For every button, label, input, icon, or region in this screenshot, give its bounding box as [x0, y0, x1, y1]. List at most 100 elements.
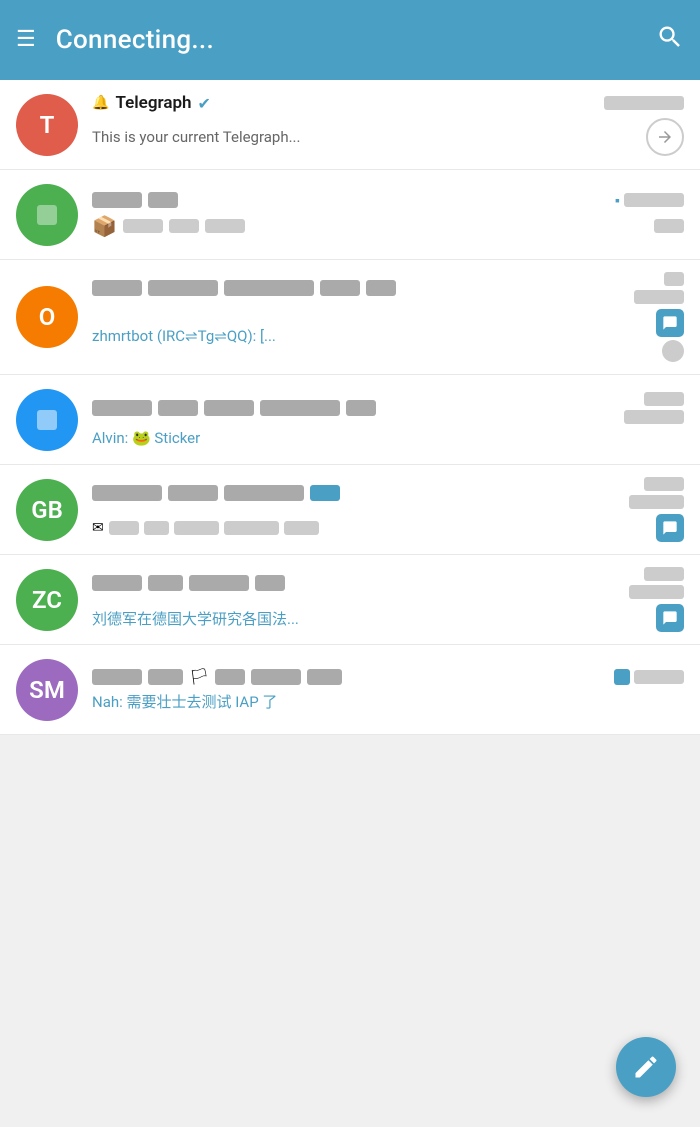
- chat-item-6[interactable]: ZC 刘德军在德国大学研究各国法...: [0, 555, 700, 645]
- name-blurred-7c: [215, 669, 245, 685]
- time-blurred-5: [644, 477, 684, 491]
- name-blurred-2: [148, 192, 178, 208]
- chat-content-telegraph: 🔔 Telegraph ✔ This is your current Teleg…: [92, 93, 684, 156]
- chat-bottom-row-2: 📦: [92, 214, 684, 238]
- chat-preview-telegraph: This is your current Telegraph...: [92, 128, 638, 146]
- name-blurred-4d: [260, 400, 340, 416]
- pinned-icon-6: [656, 604, 684, 632]
- top-right-3: [634, 272, 684, 304]
- unread-dot-7: [614, 669, 630, 685]
- preview-blurred-5d: [224, 521, 279, 535]
- time-blurred-7: [634, 670, 684, 684]
- chat-content-3: zhmrtbot (IRC⇌Tg⇌QQ): [..​.: [92, 272, 684, 362]
- forward-button[interactable]: [646, 118, 684, 156]
- chat-top-row-7: 🏳: [92, 667, 684, 686]
- name-blurred-7a: [92, 669, 142, 685]
- chat-bottom-row-5: ✉: [92, 514, 684, 542]
- chat-item-2[interactable]: ▪ 📦: [0, 170, 700, 260]
- avatar-2: [16, 184, 78, 246]
- date-blurred-6: [629, 585, 684, 599]
- meta-blurred-2: [654, 219, 684, 233]
- time-blurred-2: [624, 193, 684, 207]
- top-right-5: [629, 477, 684, 509]
- chat-top-row-5: [92, 477, 684, 509]
- preview-blurred-2b: [169, 219, 199, 233]
- name-blurred-3d: [320, 280, 360, 296]
- preview-blurred-2c: [205, 219, 245, 233]
- app-header: ☰ Connecting...: [0, 0, 700, 80]
- chat-bottom-row-6: 刘德军在德国大学研究各国法...: [92, 604, 684, 632]
- chat-item-telegraph[interactable]: T 🔔 Telegraph ✔ This is your current Tel…: [0, 80, 700, 170]
- chat-item-5[interactable]: GB ✉: [0, 465, 700, 555]
- pinned-icon: [656, 514, 684, 542]
- name-row-2: [92, 192, 178, 208]
- name-blurred-7b: [148, 669, 183, 685]
- avatar-5: GB: [16, 479, 78, 541]
- search-icon[interactable]: [656, 23, 684, 58]
- mute-icon: 🔔: [92, 95, 109, 111]
- name-blurred-1: [92, 192, 142, 208]
- avatar-7: SM: [16, 659, 78, 721]
- name-blurred-7e: [307, 669, 342, 685]
- name-blurred-6a: [92, 575, 142, 591]
- avatar-4: [16, 389, 78, 451]
- preview-blurred-5e: [284, 521, 319, 535]
- top-right-7: [614, 669, 684, 685]
- chat-content-6: 刘德军在德国大学研究各国法...: [92, 567, 684, 632]
- name-blurred-5d: [310, 485, 340, 501]
- name-row-4: [92, 400, 376, 416]
- date-blurred-5: [629, 495, 684, 509]
- name-blurred-7d: [251, 669, 301, 685]
- chat-preview-7: Nah: 需要壮士去测试 IAP 了: [92, 691, 684, 712]
- name-blurred-4b: [158, 400, 198, 416]
- name-blurred-3a: [92, 280, 142, 296]
- chat-meta-3: [656, 309, 684, 362]
- chat-top-row-3: [92, 272, 684, 304]
- chat-bottom-row-3: zhmrtbot (IRC⇌Tg⇌QQ): [..​.: [92, 309, 684, 362]
- name-blurred-5c: [224, 485, 304, 501]
- time-blurred-6: [644, 567, 684, 581]
- name-blurred-4e: [346, 400, 376, 416]
- preview-blurred-5c: [174, 521, 219, 535]
- name-blurred-4a: [92, 400, 152, 416]
- chat-preview-4: Alvin: 🐸 Sticker: [92, 429, 676, 447]
- chat-meta-2: [654, 219, 684, 233]
- time-blurred: [604, 96, 684, 110]
- chat-item-4[interactable]: Alvin: 🐸 Sticker: [0, 375, 700, 465]
- chat-content-5: ✉: [92, 477, 684, 542]
- name-row-5: [92, 485, 340, 501]
- name-blurred-5b: [168, 485, 218, 501]
- preview-blurred-5a: [109, 521, 139, 535]
- chat-name-telegraph: Telegraph: [115, 93, 191, 113]
- verified-badge: ✔: [198, 94, 211, 113]
- name-row-3: [92, 280, 396, 296]
- name-row-7: 🏳: [92, 667, 342, 686]
- chat-item-7[interactable]: SM 🏳 Nah: 需要壮士去测: [0, 645, 700, 735]
- date-blurred-4: [624, 410, 684, 424]
- chat-item-3[interactable]: O zhmrtbot (IRC⇌Tg⇌QQ): [..​.: [0, 260, 700, 375]
- time-blurred-4: [644, 392, 684, 406]
- name-blurred-5a: [92, 485, 162, 501]
- chat-name-row: 🔔 Telegraph ✔: [92, 93, 596, 113]
- chat-content-7: 🏳 Nah: 需要壮士去测试 IAP 了: [92, 667, 684, 712]
- name-blurred-4c: [204, 400, 254, 416]
- chat-preview-6: 刘德军在德国大学研究各国法...: [92, 608, 650, 629]
- chat-top-row-2: ▪: [92, 192, 684, 209]
- name-blurred-3c: [224, 280, 314, 296]
- header-title: Connecting...: [56, 25, 214, 55]
- unread-indicator: [656, 309, 684, 337]
- chat-content-4: Alvin: 🐸 Sticker: [92, 392, 684, 447]
- name-row-6: [92, 575, 285, 591]
- preview-blurred-2a: [123, 219, 163, 233]
- compose-fab[interactable]: [616, 1037, 676, 1097]
- name-blurred-3e: [366, 280, 396, 296]
- avatar-3: O: [16, 286, 78, 348]
- name-blurred-6c: [189, 575, 249, 591]
- name-blurred-6d: [255, 575, 285, 591]
- hamburger-menu-icon[interactable]: ☰: [16, 29, 36, 51]
- chat-top-row-6: [92, 567, 684, 599]
- chat-top-row: 🔔 Telegraph ✔: [92, 93, 684, 113]
- chat-bottom-row-4: Alvin: 🐸 Sticker: [92, 429, 684, 447]
- avatar-telegraph: T: [16, 94, 78, 156]
- header-left: ☰ Connecting...: [16, 25, 214, 55]
